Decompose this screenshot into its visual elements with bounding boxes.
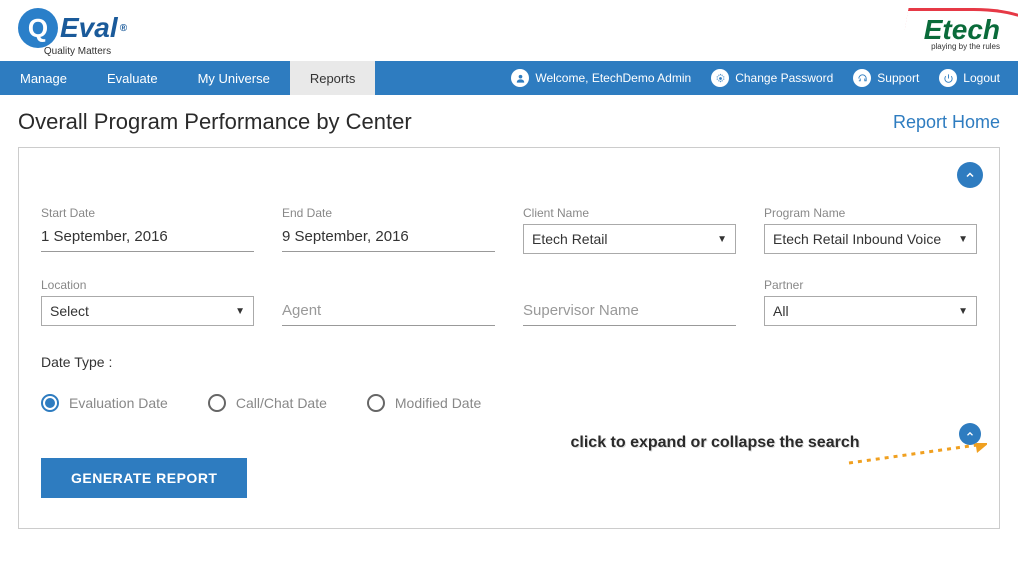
radio-label-evaluation: Evaluation Date (69, 395, 168, 411)
radio-icon (367, 394, 385, 412)
logout-link[interactable]: Logout (931, 69, 1008, 87)
start-date-field: Start Date (41, 206, 254, 254)
collapse-toggle-indicator[interactable] (959, 423, 981, 445)
qeval-q-icon: Q (18, 8, 58, 48)
annotation-arrow-icon (847, 443, 987, 467)
start-date-input[interactable] (41, 224, 254, 252)
client-name-field: Client Name Etech Retail ▼ (523, 206, 736, 254)
supervisor-input[interactable] (523, 298, 736, 326)
change-password-link[interactable]: Change Password (703, 69, 841, 87)
page-title: Overall Program Performance by Center (18, 109, 412, 135)
title-row: Overall Program Performance by Center Re… (0, 95, 1018, 147)
partner-select[interactable]: All ▼ (764, 296, 977, 326)
end-date-input[interactable] (282, 224, 495, 252)
client-name-label: Client Name (523, 206, 736, 220)
qeval-text: Eval (60, 12, 118, 44)
power-icon (939, 69, 957, 87)
etech-logo: Etech playing by the rules (924, 14, 1000, 51)
client-name-value: Etech Retail (532, 231, 607, 247)
program-name-field: Program Name Etech Retail Inbound Voice … (764, 206, 977, 254)
logout-label: Logout (963, 71, 1000, 85)
welcome-user[interactable]: Welcome, EtechDemo Admin (503, 69, 699, 87)
qeval-tagline: Quality Matters (18, 46, 127, 57)
agent-field (282, 298, 495, 326)
program-name-value: Etech Retail Inbound Voice (773, 231, 941, 247)
support-label: Support (877, 71, 919, 85)
welcome-label: Welcome, EtechDemo Admin (535, 71, 691, 85)
collapse-toggle-top[interactable] (957, 162, 983, 188)
radio-label-callchat: Call/Chat Date (236, 395, 327, 411)
generate-report-button[interactable]: GENERATE REPORT (41, 458, 247, 498)
end-date-label: End Date (282, 206, 495, 220)
etech-tagline: playing by the rules (924, 42, 1000, 51)
date-type-heading: Date Type : (41, 354, 977, 370)
partner-value: All (773, 303, 789, 319)
nav-reports[interactable]: Reports (290, 61, 376, 95)
location-label: Location (41, 278, 254, 292)
qeval-logo: Q Eval® Quality Matters (18, 8, 127, 57)
partner-label: Partner (764, 278, 977, 292)
radio-modified-date[interactable]: Modified Date (367, 394, 481, 412)
header-bar: Q Eval® Quality Matters Etech playing by… (0, 0, 1018, 61)
chevron-down-icon: ▼ (958, 306, 968, 317)
radio-call-chat-date[interactable]: Call/Chat Date (208, 394, 327, 412)
date-type-radio-group: Evaluation Date Call/Chat Date Modified … (41, 394, 977, 412)
nav-evaluate[interactable]: Evaluate (87, 61, 178, 95)
location-select[interactable]: Select ▼ (41, 296, 254, 326)
radio-icon (208, 394, 226, 412)
supervisor-field (523, 298, 736, 326)
nav-my-universe[interactable]: My Universe (178, 61, 290, 95)
user-icon (511, 69, 529, 87)
gear-icon (711, 69, 729, 87)
nav-left: Manage Evaluate My Universe Reports (0, 61, 375, 95)
program-name-label: Program Name (764, 206, 977, 220)
start-date-label: Start Date (41, 206, 254, 220)
chevron-down-icon: ▼ (958, 234, 968, 245)
filter-grid: Start Date End Date Client Name Etech Re… (41, 206, 977, 326)
search-panel: Start Date End Date Client Name Etech Re… (18, 147, 1000, 529)
support-link[interactable]: Support (845, 69, 927, 87)
annotation-callout: click to expand or collapse the search (565, 433, 865, 454)
client-name-select[interactable]: Etech Retail ▼ (523, 224, 736, 254)
nav-manage[interactable]: Manage (0, 61, 87, 95)
location-value: Select (50, 303, 89, 319)
nav-right: Welcome, EtechDemo Admin Change Password… (503, 61, 1018, 95)
radio-label-modified: Modified Date (395, 395, 481, 411)
headset-icon (853, 69, 871, 87)
program-name-select[interactable]: Etech Retail Inbound Voice ▼ (764, 224, 977, 254)
report-home-link[interactable]: Report Home (893, 112, 1000, 133)
location-field: Location Select ▼ (41, 278, 254, 326)
main-navbar: Manage Evaluate My Universe Reports Welc… (0, 61, 1018, 95)
partner-field: Partner All ▼ (764, 278, 977, 326)
chevron-down-icon: ▼ (717, 234, 727, 245)
chevron-down-icon: ▼ (235, 306, 245, 317)
radio-evaluation-date[interactable]: Evaluation Date (41, 394, 168, 412)
change-password-label: Change Password (735, 71, 833, 85)
radio-icon (41, 394, 59, 412)
agent-input[interactable] (282, 298, 495, 326)
end-date-field: End Date (282, 206, 495, 254)
